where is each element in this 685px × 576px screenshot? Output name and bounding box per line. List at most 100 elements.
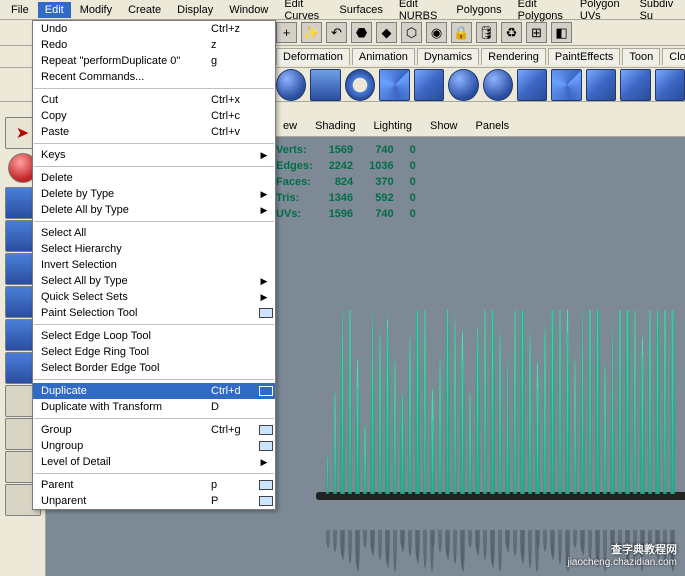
- shelf-primitive-2[interactable]: [345, 69, 375, 101]
- toolbar-button-11[interactable]: ◧: [551, 22, 572, 43]
- hud-cell: 2242: [329, 159, 367, 173]
- hud-cell: 824: [329, 175, 367, 189]
- menu-item-select-border-edge-tool[interactable]: Select Border Edge Tool: [33, 360, 275, 376]
- menu-item-select-hierarchy[interactable]: Select Hierarchy: [33, 241, 275, 257]
- menu-item-copy[interactable]: CopyCtrl+c: [33, 108, 275, 124]
- toolbar-button-1[interactable]: ✨: [301, 22, 322, 43]
- hud-cell: 0: [410, 207, 430, 221]
- panel-menu-panels[interactable]: Panels: [469, 118, 517, 134]
- shelf-primitive-11[interactable]: [655, 69, 685, 101]
- menu-modify[interactable]: Modify: [73, 2, 119, 18]
- menu-item-select-edge-loop-tool[interactable]: Select Edge Loop Tool: [33, 328, 275, 344]
- shelf-primitive-1[interactable]: [310, 69, 340, 101]
- toolbar-button-0[interactable]: +: [276, 22, 297, 43]
- hud-cell: UVs:: [276, 207, 327, 221]
- option-box-icon[interactable]: [259, 308, 273, 318]
- hud-cell: 740: [369, 143, 407, 157]
- panel-menu-ew[interactable]: ew: [276, 118, 304, 134]
- menu-item-invert-selection[interactable]: Invert Selection: [33, 257, 275, 273]
- menu-item-shortcut: g: [211, 55, 257, 67]
- toolbar-button-9[interactable]: ♻: [501, 22, 522, 43]
- toolbar-button-8[interactable]: 🛢: [476, 22, 497, 43]
- menu-display[interactable]: Display: [170, 2, 220, 18]
- menu-item-redo[interactable]: Redoz: [33, 37, 275, 53]
- menu-polygons[interactable]: Polygons: [449, 2, 508, 18]
- panel-menu-lighting[interactable]: Lighting: [366, 118, 419, 134]
- option-box-icon[interactable]: [259, 425, 273, 435]
- shelf-tab-animation[interactable]: Animation: [352, 48, 415, 65]
- shelf-primitive-0[interactable]: [276, 69, 306, 101]
- shelf-primitive-4[interactable]: [414, 69, 444, 101]
- submenu-arrow-icon: ▶: [257, 150, 271, 161]
- menu-item-delete[interactable]: Delete: [33, 170, 275, 186]
- option-box-icon[interactable]: [259, 496, 273, 506]
- menu-item-label: Select Edge Ring Tool: [41, 346, 211, 358]
- menu-item-label: Select Border Edge Tool: [41, 362, 211, 374]
- menu-item-group[interactable]: GroupCtrl+g: [33, 422, 275, 438]
- option-box-icon[interactable]: [259, 386, 273, 396]
- menu-item-shortcut: Ctrl+d: [211, 385, 257, 397]
- shelf-tab-deformation[interactable]: Deformation: [276, 48, 350, 65]
- panel-menu-show[interactable]: Show: [423, 118, 465, 134]
- menu-item-ungroup[interactable]: Ungroup: [33, 438, 275, 454]
- toolbar-button-3[interactable]: ⬣: [351, 22, 372, 43]
- menu-item-level-of-detail[interactable]: Level of Detail▶: [33, 454, 275, 470]
- option-box-icon[interactable]: [259, 480, 273, 490]
- menu-item-keys[interactable]: Keys▶: [33, 147, 275, 163]
- menu-item-duplicate[interactable]: DuplicateCtrl+d: [33, 383, 275, 399]
- toolbar-button-10[interactable]: ⊞: [526, 22, 547, 43]
- menu-item-undo[interactable]: UndoCtrl+z: [33, 21, 275, 37]
- toolbar-button-5[interactable]: ⬡: [401, 22, 422, 43]
- menu-item-select-edge-ring-tool[interactable]: Select Edge Ring Tool: [33, 344, 275, 360]
- shelf-primitive-7[interactable]: [517, 69, 547, 101]
- menu-item-delete-by-type[interactable]: Delete by Type▶: [33, 186, 275, 202]
- shelf-primitive-9[interactable]: [586, 69, 616, 101]
- menu-polygon-uvs[interactable]: Polygon UVs: [573, 0, 631, 24]
- edit-menu-dropdown: UndoCtrl+zRedozRepeat "performDuplicate …: [32, 20, 276, 510]
- hud-cell: 0: [410, 191, 430, 205]
- menu-file[interactable]: File: [4, 2, 36, 18]
- toolbar-button-6[interactable]: ◉: [426, 22, 447, 43]
- shelf-tab-rendering[interactable]: Rendering: [481, 48, 546, 65]
- menu-create[interactable]: Create: [121, 2, 168, 18]
- menu-edit-polygons[interactable]: Edit Polygons: [511, 0, 571, 24]
- shelf-primitive-10[interactable]: [620, 69, 650, 101]
- panel-menu-shading[interactable]: Shading: [308, 118, 362, 134]
- toolbar-button-2[interactable]: ↶: [326, 22, 347, 43]
- menu-subdiv-su[interactable]: Subdiv Su: [633, 0, 681, 24]
- menu-item-delete-all-by-type[interactable]: Delete All by Type▶: [33, 202, 275, 218]
- menu-item-shortcut: p: [211, 479, 257, 491]
- menu-window[interactable]: Window: [222, 2, 275, 18]
- toolbar-button-7[interactable]: 🔒: [451, 22, 472, 43]
- menu-item-label: Recent Commands...: [41, 71, 211, 83]
- menu-edit-curves[interactable]: Edit Curves: [277, 0, 330, 24]
- menu-item-paste[interactable]: PasteCtrl+v: [33, 124, 275, 140]
- shelf-primitive-8[interactable]: [551, 69, 581, 101]
- menu-edit[interactable]: Edit: [38, 2, 71, 18]
- menu-item-select-all-by-type[interactable]: Select All by Type▶: [33, 273, 275, 289]
- shelf-tab-toon[interactable]: Toon: [622, 48, 660, 65]
- shelf-tab-cloth[interactable]: Cloth: [662, 48, 685, 65]
- menu-item-select-all[interactable]: Select All: [33, 225, 275, 241]
- shelf-primitive-3[interactable]: [379, 69, 409, 101]
- hud-cell: 0: [410, 159, 430, 173]
- shelf-tab-dynamics[interactable]: Dynamics: [417, 48, 479, 65]
- menu-surfaces[interactable]: Surfaces: [332, 2, 389, 18]
- menu-item-unparent[interactable]: UnparentP: [33, 493, 275, 509]
- menu-edit-nurbs[interactable]: Edit NURBS: [392, 0, 448, 24]
- menu-item-parent[interactable]: Parentp: [33, 477, 275, 493]
- menu-item-repeat-performduplicate-0[interactable]: Repeat "performDuplicate 0"g: [33, 53, 275, 69]
- menu-item-duplicate-with-transform[interactable]: Duplicate with TransformD: [33, 399, 275, 415]
- shelf-tab-painteffects[interactable]: PaintEffects: [548, 48, 621, 65]
- hud-cell: 1596: [329, 207, 367, 221]
- shelf-primitive-5[interactable]: [448, 69, 478, 101]
- menu-item-quick-select-sets[interactable]: Quick Select Sets▶: [33, 289, 275, 305]
- toolbar-button-4[interactable]: ◆: [376, 22, 397, 43]
- option-box-icon[interactable]: [259, 441, 273, 451]
- menu-item-paint-selection-tool[interactable]: Paint Selection Tool: [33, 305, 275, 321]
- menu-item-cut[interactable]: CutCtrl+x: [33, 92, 275, 108]
- shelf-primitive-6[interactable]: [483, 69, 513, 101]
- menu-item-label: Invert Selection: [41, 259, 211, 271]
- menu-item-label: Select All by Type: [41, 275, 211, 287]
- menu-item-recent-commands[interactable]: Recent Commands...: [33, 69, 275, 85]
